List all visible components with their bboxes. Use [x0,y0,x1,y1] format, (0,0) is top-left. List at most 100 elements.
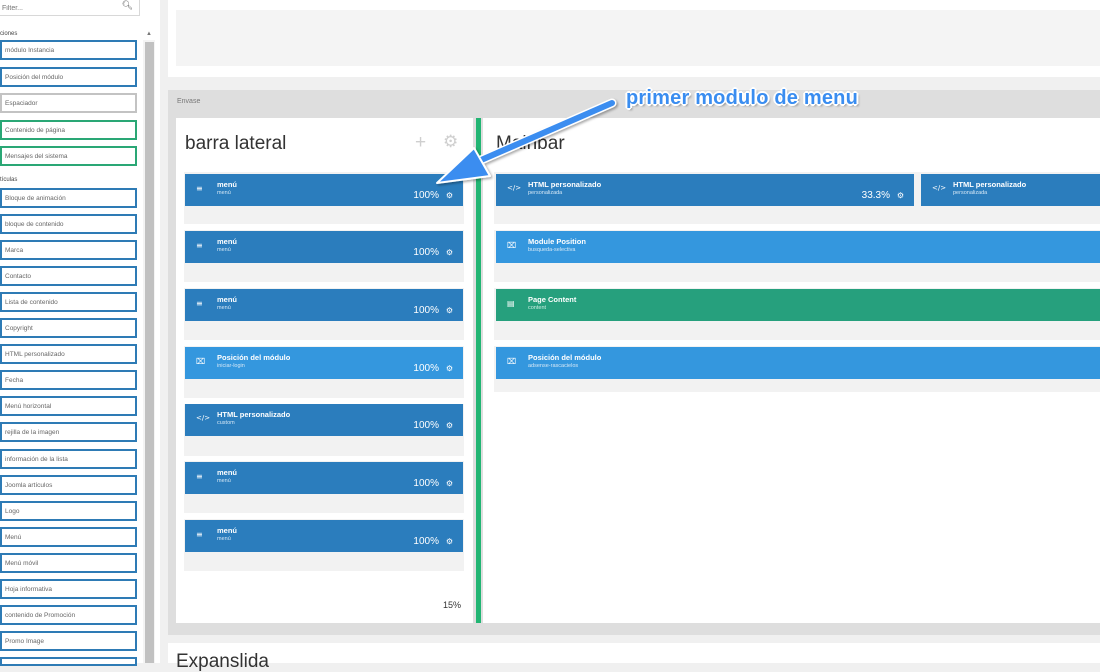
sidebar-item-espaciador[interactable]: Espaciador [0,93,137,113]
column-divider[interactable] [476,118,481,623]
filter-input[interactable] [0,0,119,18]
sidebar-item-rejilla-imagen[interactable]: rejilla de la imagen [0,422,137,442]
sidebar-item-informacion-lista[interactable]: información de la lista [0,449,137,469]
gear-icon[interactable]: ⚙ [446,306,453,315]
module-title: menú [217,237,238,246]
add-row-icon[interactable]: + [415,133,426,152]
page-icon: ▤ [507,299,515,308]
module-subtitle: menú [217,478,231,484]
module-title: menú [217,295,238,304]
module-subtitle: iniciar-login [217,363,245,369]
module-menu-2[interactable]: ≡ menú menú 100% ⚙ [185,231,463,263]
module-html-personalizado-main-2[interactable]: </> HTML personalizado personalizada [921,174,1100,206]
scroll-up-icon[interactable]: ▲ [146,31,152,37]
gear-icon[interactable]: ⚙ [446,248,453,257]
module-subtitle: content [528,305,547,311]
module-width: 100% [413,363,439,374]
sidebar-item-html-personalizado[interactable]: HTML personalizado [0,344,137,364]
column-title-left: barra lateral [185,133,287,154]
sidebar-item-contenido-promocion[interactable]: contenido de Promoción [0,605,137,625]
search-icon[interactable]: 🔍︎ [122,0,133,11]
filter-field[interactable]: 🔍︎ [0,0,140,18]
module-title: menú [217,468,238,477]
menu-icon: ≡ [196,241,203,250]
menu-icon: ≡ [196,472,203,481]
sidebar-item-lista-contenido[interactable]: Lista de contenido [0,292,137,312]
code-icon: </> [507,184,522,192]
sidebar-item-menu[interactable]: Menú [0,527,137,547]
sidebar-item-posicion-modulo[interactable]: Posición del módulo [0,67,137,87]
module-html-personalizado-main[interactable]: </> HTML personalizado personalizada 33.… [496,174,914,206]
sidebar-item-modulo-instancia[interactable]: módulo Instancia [0,40,137,60]
menu-icon: ≡ [196,530,203,539]
gear-icon[interactable]: ⚙ [446,537,453,546]
section-label-particulas: tículas [0,177,18,183]
module-subtitle: custom [217,420,235,426]
module-menu-4[interactable]: ≡ menú menú 100% ⚙ [185,462,463,494]
module-html-personalizado[interactable]: </> HTML personalizado custom 100% ⚙ [185,404,463,436]
sidebar-item-bloque-animacion[interactable]: Bloque de animación [0,188,137,208]
module-sidebar: 🔍︎ ciones tículas módulo Instancia Posic… [0,0,160,666]
module-subtitle: busqueda-selectiva [528,247,576,253]
position-icon: ⌧ [507,241,517,250]
bottom-section [168,643,1100,663]
sidebar-item-joomla-articulos[interactable]: Joomla artículos [0,475,137,495]
module-subtitle: menú [217,190,231,196]
sidebar-item-marca[interactable]: Marca [0,240,137,260]
gear-icon[interactable]: ⚙ [446,364,453,373]
module-subtitle: menú [217,247,231,253]
module-subtitle: menú [217,536,231,542]
gear-icon[interactable]: ⚙ [443,133,458,152]
module-subtitle: adsense-rascacielos [528,363,579,369]
module-posicion-modulo[interactable]: ⌧ Posición del módulo iniciar-login 100%… [185,347,463,379]
module-title: HTML personalizado [528,180,602,189]
module-width: 100% [413,305,439,316]
code-icon: </> [196,414,211,422]
sidebar-item-contenido-pagina[interactable]: Contenido de página [0,120,137,140]
sidebar-item-partial[interactable] [0,657,137,666]
sidebar-scrollbar-thumb[interactable] [145,42,154,663]
position-icon: ⌧ [507,357,517,366]
gear-icon[interactable]: ⚙ [446,479,453,488]
module-module-position[interactable]: ⌧ Module Position busqueda-selectiva [496,231,1100,263]
sidebar-item-contacto[interactable]: Contacto [0,266,137,286]
sidebar-item-promo-image[interactable]: Promo Image [0,631,137,651]
module-title: Posición del módulo [217,353,291,362]
container-label: Envase [177,98,201,105]
sidebar-item-logo[interactable]: Logo [0,501,137,521]
gear-icon[interactable]: ⚙ [446,191,453,200]
module-page-content[interactable]: ▤ Page Content content [496,289,1100,321]
module-width: 100% [413,247,439,258]
module-menu-3[interactable]: ≡ menú menú 100% ⚙ [185,289,463,321]
menu-icon: ≡ [196,184,203,193]
module-menu-5[interactable]: ≡ menú menú 100% ⚙ [185,520,463,552]
module-title: Module Position [528,237,586,246]
module-width: 100% [413,478,439,489]
menu-icon: ≡ [196,299,203,308]
module-title: Posición del módulo [528,353,602,362]
position-icon: ⌧ [196,357,206,366]
sidebar-item-hoja-informativa[interactable]: Hoja informativa [0,579,137,599]
module-title: HTML personalizado [217,410,291,419]
module-subtitle: personalizada [528,190,563,196]
module-title: HTML personalizado [953,180,1027,189]
top-section-dropzone [176,10,1100,66]
code-icon: </> [932,184,947,192]
column-title-right: Mainbar [496,133,565,154]
sidebar-item-fecha[interactable]: Fecha [0,370,137,390]
gear-icon[interactable]: ⚙ [446,421,453,430]
module-subtitle: personalizada [953,190,988,196]
sidebar-item-mensajes-sistema[interactable]: Mensajes del sistema [0,146,137,166]
column-width-label: 15% [443,600,462,610]
sidebar-item-bloque-contenido[interactable]: bloque de contenido [0,214,137,234]
sidebar-item-menu-movil[interactable]: Menú móvil [0,553,137,573]
bottom-section-title: Expanslida [176,651,269,672]
sidebar-item-menu-horizontal[interactable]: Menú horizontal [0,396,137,416]
module-posicion-modulo-main[interactable]: ⌧ Posición del módulo adsense-rascacielo… [496,347,1100,379]
module-width: 33.3% [861,190,890,201]
annotation-text: primer modulo de menu [626,87,859,109]
sidebar-item-copyright[interactable]: Copyright [0,318,137,338]
gear-icon[interactable]: ⚙ [897,191,904,200]
module-menu-1[interactable]: ≡ menú menú 100% ⚙ [185,174,463,206]
module-title: menú [217,526,238,535]
